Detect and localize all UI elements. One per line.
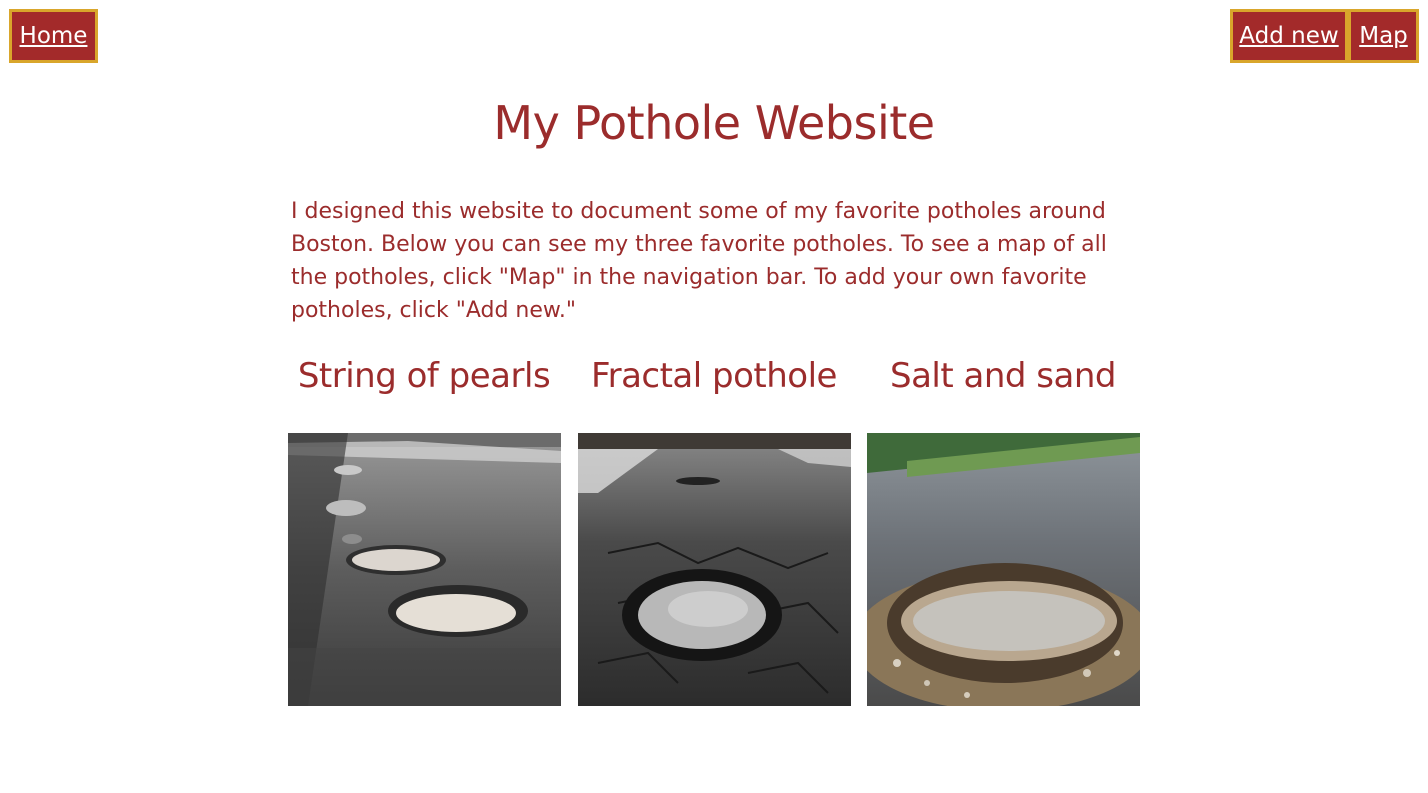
- add-new-nav-button[interactable]: Add new: [1230, 9, 1348, 63]
- map-nav-label: Map: [1359, 23, 1408, 49]
- page-title: My Pothole Website: [493, 96, 935, 150]
- add-new-nav-label: Add new: [1239, 23, 1339, 49]
- map-nav-button[interactable]: Map: [1348, 9, 1419, 63]
- home-nav-button[interactable]: Home: [9, 9, 98, 63]
- home-nav-label: Home: [19, 23, 88, 49]
- pothole-title-3: Salt and sand: [890, 356, 1116, 396]
- pothole-photo-3: [867, 433, 1140, 706]
- intro-paragraph: I designed this website to document some…: [291, 199, 1107, 323]
- pothole-photo-2: [578, 433, 851, 706]
- pothole-photo-1: [288, 433, 561, 706]
- pothole-title-2: Fractal pothole: [591, 356, 837, 396]
- pothole-title-1: String of pearls: [297, 356, 551, 396]
